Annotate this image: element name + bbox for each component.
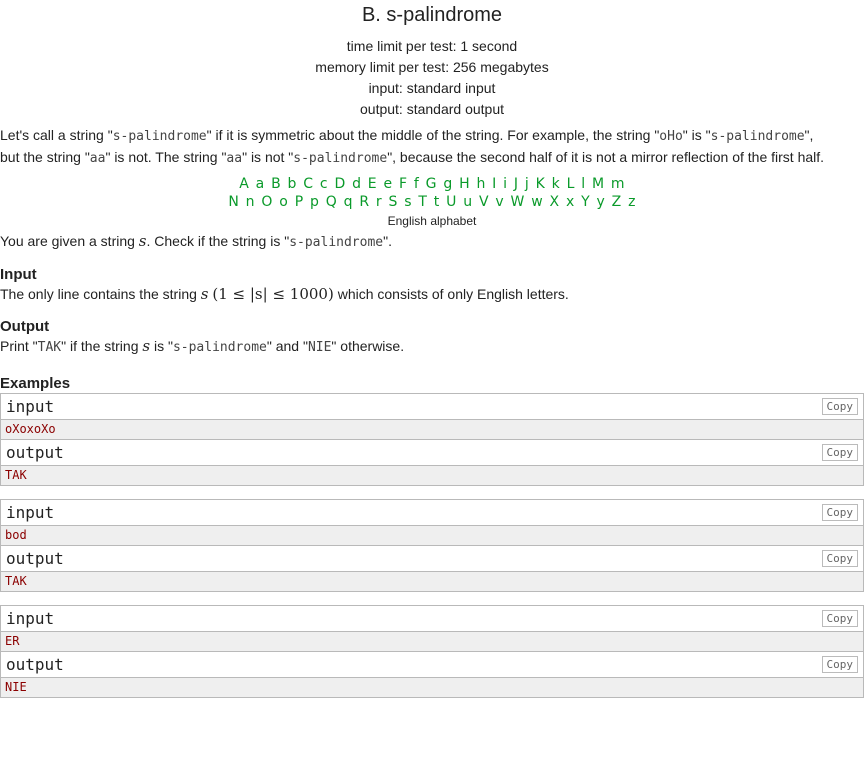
statement-task: You are given a string s. Check if the s…	[0, 232, 392, 250]
input-label: input	[6, 609, 55, 628]
statement-line-1: Let's call a string "s-palindrome" if it…	[0, 127, 814, 144]
alphabet-figure: A a B b C c D d E e F f G g H h I i J j …	[0, 175, 864, 231]
code-term: s-palindrome	[293, 151, 388, 166]
input-section: Input The only line contains the string …	[0, 266, 864, 305]
alphabet-row-1: A a B b C c D d E e F f G g H h I i J j …	[239, 176, 625, 192]
code-term: NIE	[307, 340, 332, 355]
input-value: oXoxoXo	[1, 420, 863, 440]
input-header: input Copy	[1, 606, 863, 632]
copy-button[interactable]: Copy	[821, 444, 858, 461]
output-label: output	[6, 655, 64, 674]
code-term: s-palindrome	[112, 129, 207, 144]
input-header: input Copy	[1, 500, 863, 526]
copy-button[interactable]: Copy	[821, 656, 858, 673]
alphabet-caption: English alphabet	[387, 214, 477, 228]
output-value: TAK	[1, 572, 863, 591]
output-value: NIE	[1, 678, 863, 697]
code-term: TAK	[37, 340, 62, 355]
input-section-text: The only line contains the string s (1 ≤…	[0, 285, 569, 303]
copy-button[interactable]: Copy	[821, 550, 858, 567]
code-term: s-palindrome	[289, 235, 384, 250]
output-section-text: Print "TAK" if the string s is "s-palind…	[0, 337, 405, 355]
copy-button[interactable]: Copy	[821, 398, 858, 415]
problem-statement: Let's call a string "s-palindrome" if it…	[0, 125, 864, 253]
input-value: bod	[1, 526, 863, 546]
input-label: input	[6, 503, 55, 522]
memory-limit: memory limit per test: 256 megabytes	[315, 59, 549, 75]
code-term: oHo	[659, 129, 683, 144]
output-value: TAK	[1, 466, 863, 485]
code-term: s-palindrome	[710, 129, 805, 144]
problem-header: B. s-palindrome time limit per test: 1 s…	[0, 3, 864, 120]
output-label: output	[6, 549, 64, 568]
input-spec: input: standard input	[368, 80, 496, 96]
copy-button[interactable]: Copy	[821, 610, 858, 627]
output-header: output Copy	[1, 546, 863, 572]
variable-s: s	[200, 285, 209, 303]
time-limit: time limit per test: 1 second	[346, 38, 518, 54]
output-spec: output: standard output	[360, 101, 504, 117]
variable-s: s	[138, 232, 147, 250]
example-test-2: input Copy bod output Copy TAK	[0, 499, 864, 592]
input-label: input	[6, 397, 55, 416]
example-test-1: input Copy oXoxoXo output Copy TAK	[0, 393, 864, 486]
copy-button[interactable]: Copy	[821, 504, 858, 521]
input-value: ER	[1, 632, 863, 652]
output-section: Output Print "TAK" if the string s is "s…	[0, 318, 864, 358]
code-term: aa	[89, 151, 106, 166]
examples-section: Examples input Copy oXoxoXo output Copy TA…	[0, 375, 864, 698]
output-header: output Copy	[1, 440, 863, 466]
code-term: s-palindrome	[172, 340, 267, 355]
example-test-3: input Copy ER output Copy NIE	[0, 605, 864, 698]
alphabet-row-2: N n O o P p Q q R r S s T t U u V v W w …	[228, 194, 636, 210]
output-header: output Copy	[1, 652, 863, 678]
variable-s: s	[142, 337, 151, 355]
code-term: aa	[226, 151, 243, 166]
output-label: output	[6, 443, 64, 462]
input-section-title: Input	[0, 266, 37, 283]
examples-title: Examples	[0, 375, 71, 392]
statement-line-2: but the string "aa" is not. The string "…	[0, 149, 825, 166]
length-constraint: (1 ≤ |s| ≤ 1000)	[212, 285, 334, 303]
input-header: input Copy	[1, 394, 863, 420]
problem-title: B. s-palindrome	[361, 4, 503, 26]
output-section-title: Output	[0, 318, 50, 335]
